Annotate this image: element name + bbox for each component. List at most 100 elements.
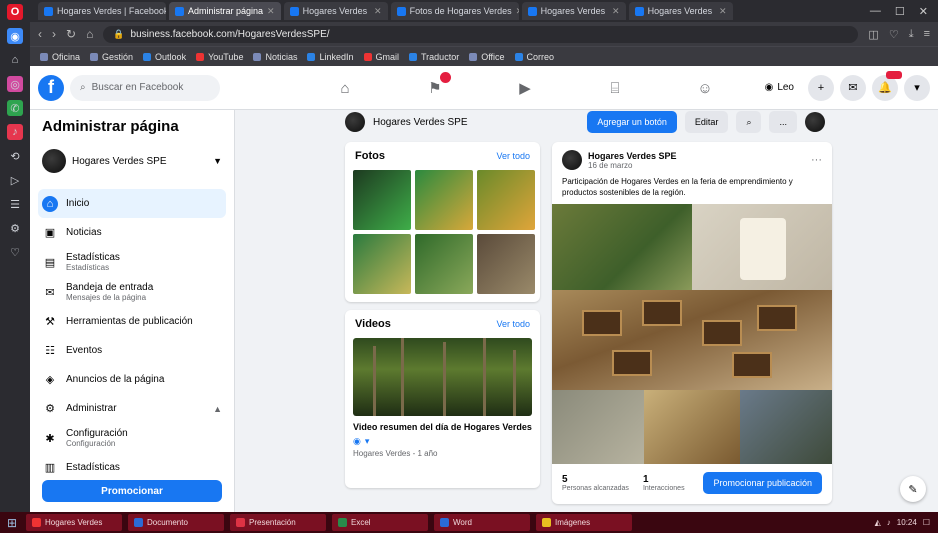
history-icon[interactable]: ⟲ xyxy=(7,148,23,164)
taskbar-item[interactable]: Word xyxy=(434,514,530,531)
page-header-avatar[interactable] xyxy=(345,112,365,132)
facebook-logo-icon[interactable]: f xyxy=(38,74,64,101)
post-photo[interactable] xyxy=(692,204,832,290)
settings-rail-icon[interactable]: ⚙ xyxy=(7,220,23,236)
heart-address-icon[interactable]: ♡ xyxy=(889,28,899,41)
promote-button[interactable]: Promocionar xyxy=(42,480,222,502)
back-icon[interactable]: ‹ xyxy=(38,27,42,41)
tab-0[interactable]: Hogares Verdes | Facebook✕ xyxy=(38,2,166,20)
tab-1[interactable]: Administrar página ✕ xyxy=(169,2,281,20)
video-thumbnail[interactable] xyxy=(353,338,532,416)
bookmark-item[interactable]: Correo xyxy=(514,52,554,62)
tab-4[interactable]: Hogares Verdes ✕ xyxy=(521,2,626,20)
nav-groups-icon[interactable]: ☺ xyxy=(660,66,750,110)
post-photo[interactable] xyxy=(740,390,832,464)
header-profile-avatar[interactable] xyxy=(805,112,825,132)
windows-start-icon[interactable]: ⊞ xyxy=(4,515,20,531)
whatsapp-icon[interactable]: ✆ xyxy=(7,100,23,116)
bookmark-item[interactable]: Oficina xyxy=(40,52,80,62)
post-photo[interactable] xyxy=(552,204,692,290)
menu-item-herramientas[interactable]: ⚒ Herramientas de publicación xyxy=(38,307,226,336)
reload-icon[interactable]: ↻ xyxy=(66,27,76,41)
menu-item-noticias[interactable]: ▣ Noticias xyxy=(38,218,226,247)
photos-see-all-link[interactable]: Ver todo xyxy=(496,151,530,161)
notifications-icon[interactable]: 🔔 xyxy=(872,70,902,101)
bookmark-item[interactable]: YouTube xyxy=(196,52,243,62)
post-photo-collage[interactable] xyxy=(552,204,832,464)
video-play-control[interactable]: ◉ ▾ xyxy=(345,434,540,449)
bookmark-item[interactable]: Traductor xyxy=(409,52,459,62)
network-icon[interactable]: ◭ xyxy=(875,518,881,527)
messenger-icon[interactable]: ◉ xyxy=(7,28,23,44)
menu-item-estadisticas[interactable]: ▤ Estadísticas Estadísticas xyxy=(38,247,226,277)
url-field[interactable]: 🔒 business.facebook.com/HogaresVerdesSPE… xyxy=(103,25,859,43)
menu-item-administrar[interactable]: ⚙ Administrar ▲ xyxy=(38,394,226,423)
menu-item-bandeja[interactable]: ✉ Bandeja de entrada Mensajes de la página xyxy=(38,277,226,307)
post-photo[interactable] xyxy=(552,390,644,464)
nav-watch-icon[interactable]: ▶ xyxy=(480,66,570,110)
video-title[interactable]: Video resumen del día de Hogares Verdes xyxy=(345,416,540,434)
search-input[interactable]: ⌕ Buscar en Facebook xyxy=(70,74,220,101)
menu-item-configuracion[interactable]: ✱ Configuración Configuración xyxy=(38,423,226,453)
menu-item-estadisticas-2[interactable]: ▥ Estadísticas xyxy=(38,453,226,482)
taskbar-item[interactable]: Documento xyxy=(128,514,224,531)
menu-item-anuncios[interactable]: ◈ Anuncios de la página xyxy=(38,365,226,394)
camera-icon[interactable]: ◫ xyxy=(868,28,878,41)
notification-center-icon[interactable]: ☐ xyxy=(923,518,930,527)
tab-3[interactable]: Fotos de Hogares Verdes✕ xyxy=(390,2,519,20)
opera-logo-icon[interactable]: O xyxy=(7,4,23,20)
bookmark-item[interactable]: Gestión xyxy=(90,52,133,62)
profile-pill[interactable]: ◉ Leo xyxy=(757,76,802,100)
create-icon[interactable]: + xyxy=(808,74,834,101)
instagram-icon[interactable]: ◎ xyxy=(7,76,23,92)
messenger-top-icon[interactable]: ✉ xyxy=(840,74,866,101)
bookmark-item[interactable]: Gmail xyxy=(363,52,399,62)
account-menu-icon[interactable]: ▾ xyxy=(904,74,930,101)
bookmark-item[interactable]: Office xyxy=(469,52,505,62)
close-tab-icon[interactable]: ✕ xyxy=(612,6,620,17)
add-button-button[interactable]: Agregar un botón xyxy=(587,111,677,133)
maximize-icon[interactable]: ☐ xyxy=(895,5,905,18)
nav-home-icon[interactable]: ⌂ xyxy=(300,66,390,110)
download-icon[interactable]: ⤓ xyxy=(909,28,914,41)
forward-icon[interactable]: › xyxy=(52,27,56,41)
home-icon[interactable]: ⌂ xyxy=(86,27,93,41)
taskbar-item[interactable]: Hogares Verdes xyxy=(26,514,122,531)
menu-icon[interactable]: ≡ xyxy=(924,28,930,41)
minimize-icon[interactable]: — xyxy=(870,5,881,18)
post-author-avatar[interactable] xyxy=(562,150,582,170)
bookmark-item[interactable]: Noticias xyxy=(253,52,297,62)
close-tab-icon[interactable]: ✕ xyxy=(374,6,382,17)
clock[interactable]: 10:24 xyxy=(897,518,917,527)
photo-thumbnail[interactable] xyxy=(415,170,473,230)
videos-see-all-link[interactable]: Ver todo xyxy=(496,319,530,329)
photo-thumbnail[interactable] xyxy=(415,234,473,294)
boost-post-button[interactable]: Promocionar publicación xyxy=(703,472,822,494)
photo-thumbnail[interactable] xyxy=(477,170,535,230)
bookmark-item[interactable]: Outlook xyxy=(143,52,186,62)
search-page-button[interactable]: ⌕ xyxy=(736,111,762,133)
page-selector[interactable]: Hogares Verdes SPE ▼ xyxy=(38,145,226,177)
new-message-icon[interactable]: ✎ xyxy=(900,476,926,502)
post-photo[interactable] xyxy=(552,290,832,390)
post-more-icon[interactable]: ··· xyxy=(811,154,822,166)
more-options-button[interactable]: ... xyxy=(769,111,797,133)
close-tab-icon[interactable]: ✕ xyxy=(516,6,519,17)
photo-thumbnail[interactable] xyxy=(477,234,535,294)
taskbar-item[interactable]: Presentación xyxy=(230,514,326,531)
tab-2[interactable]: Hogares Verdes ✕ xyxy=(283,2,388,20)
volume-icon[interactable]: ♪ xyxy=(887,518,891,527)
photo-thumbnail[interactable] xyxy=(353,234,411,294)
player-icon[interactable]: ▷ xyxy=(7,172,23,188)
post-date[interactable]: 16 de marzo xyxy=(588,161,677,170)
post-photo[interactable] xyxy=(644,390,740,464)
taskbar-item[interactable]: Excel xyxy=(332,514,428,531)
heart-icon[interactable]: ♡ xyxy=(7,244,23,260)
bookmarks-rail-icon[interactable]: ☰ xyxy=(7,196,23,212)
nav-marketplace-icon[interactable]: ⌸ xyxy=(570,66,660,110)
menu-item-inicio[interactable]: ⌂ Inicio xyxy=(38,189,226,218)
edit-button[interactable]: Editar xyxy=(684,111,729,133)
post-author[interactable]: Hogares Verdes SPE xyxy=(588,151,677,161)
photo-thumbnail[interactable] xyxy=(353,170,411,230)
close-tab-icon[interactable]: ✕ xyxy=(719,6,727,17)
